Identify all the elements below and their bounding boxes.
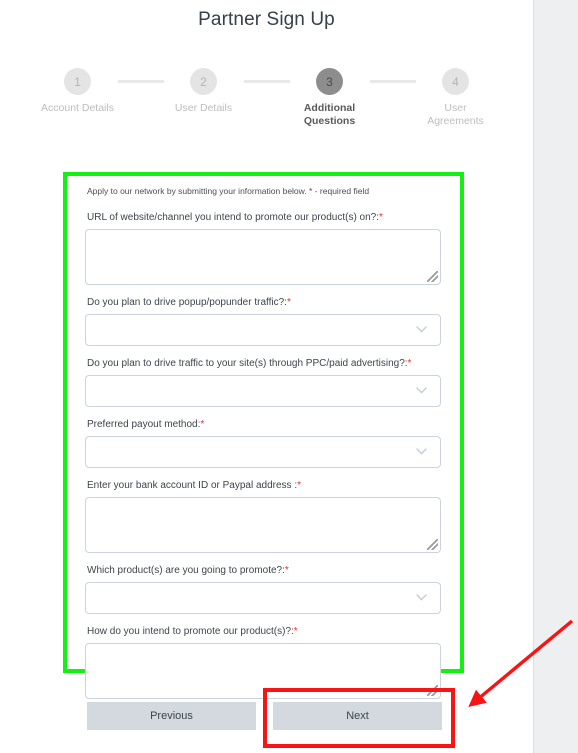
field-promote-url: URL of website/channel you intend to pro… bbox=[85, 211, 442, 285]
step-number-3: 3 bbox=[316, 68, 343, 95]
chevron-down-icon bbox=[416, 448, 427, 455]
step-number-4: 4 bbox=[442, 68, 469, 95]
field-label-payout-method: Preferred payout method:* bbox=[87, 419, 205, 430]
step-number-2: 2 bbox=[190, 68, 217, 95]
page-title: Partner Sign Up bbox=[198, 9, 335, 30]
payout-method-select[interactable] bbox=[85, 436, 441, 468]
right-side-panel bbox=[533, 0, 578, 753]
resize-grip-icon[interactable] bbox=[427, 539, 438, 550]
step-user-details[interactable]: 2 User Details bbox=[164, 68, 244, 115]
signup-page: Partner Sign Up 1 Account Details 2 User… bbox=[0, 0, 533, 753]
step-label-4: User Agreements bbox=[427, 102, 484, 127]
field-which-products: Which product(s) are you going to promot… bbox=[85, 564, 442, 614]
field-ppc-traffic: Do you plan to drive traffic to your sit… bbox=[85, 357, 442, 407]
required-marker: * bbox=[379, 212, 383, 223]
step-user-agreements[interactable]: 4 User Agreements bbox=[416, 68, 496, 128]
popup-traffic-select[interactable] bbox=[85, 314, 441, 346]
required-marker: * bbox=[407, 358, 412, 369]
field-label-bank-account: Enter your bank account ID or Paypal add… bbox=[87, 480, 302, 491]
field-how-promote: How do you intend to promote our product… bbox=[85, 625, 442, 699]
step-number-1: 1 bbox=[64, 68, 91, 95]
ppc-traffic-select[interactable] bbox=[85, 375, 441, 407]
form-intro-text: Apply to our network by submitting your … bbox=[87, 186, 370, 196]
step-connector-3 bbox=[369, 80, 416, 83]
field-popup-traffic: Do you plan to drive popup/popunder traf… bbox=[85, 296, 442, 346]
resize-grip-icon[interactable] bbox=[427, 271, 438, 282]
progress-stepper: 1 Account Details 2 User Details 3 Addit… bbox=[0, 68, 533, 128]
promote-url-textarea[interactable] bbox=[85, 229, 441, 285]
step-label-3: Additional Questions bbox=[303, 102, 356, 127]
previous-button[interactable]: Previous bbox=[87, 702, 256, 730]
field-label-popup-traffic: Do you plan to drive popup/popunder traf… bbox=[87, 297, 291, 308]
step-label-1: Account Details bbox=[41, 102, 114, 114]
step-connector-2 bbox=[243, 80, 290, 83]
field-bank-account: Enter your bank account ID or Paypal add… bbox=[85, 479, 442, 553]
resize-grip-icon[interactable] bbox=[427, 685, 438, 696]
how-promote-textarea[interactable] bbox=[85, 643, 441, 699]
step-account-details[interactable]: 1 Account Details bbox=[38, 68, 118, 115]
chevron-down-icon bbox=[416, 594, 427, 601]
required-marker: * bbox=[293, 626, 298, 637]
field-payout-method: Preferred payout method:* bbox=[85, 418, 442, 468]
step-additional-questions[interactable]: 3 Additional Questions bbox=[290, 68, 370, 128]
field-label-how-promote: How do you intend to promote our product… bbox=[87, 626, 298, 637]
required-marker: * bbox=[200, 419, 205, 430]
next-button[interactable]: Next bbox=[273, 702, 442, 730]
which-products-select[interactable] bbox=[85, 582, 441, 614]
step-connector-1 bbox=[117, 80, 164, 83]
bank-account-textarea[interactable] bbox=[85, 497, 441, 553]
required-marker: * bbox=[297, 480, 302, 491]
required-marker: * bbox=[286, 297, 291, 308]
chevron-down-icon bbox=[416, 326, 427, 333]
field-label-promote-url: URL of website/channel you intend to pro… bbox=[87, 212, 383, 223]
chevron-down-icon bbox=[416, 387, 427, 394]
field-label-ppc-traffic: Do you plan to drive traffic to your sit… bbox=[87, 358, 412, 369]
step-label-2: User Details bbox=[174, 102, 233, 114]
required-marker: * bbox=[284, 565, 289, 576]
field-label-which-products: Which product(s) are you going to promot… bbox=[87, 565, 289, 576]
additional-questions-form: Apply to our network by submitting your … bbox=[63, 172, 464, 699]
